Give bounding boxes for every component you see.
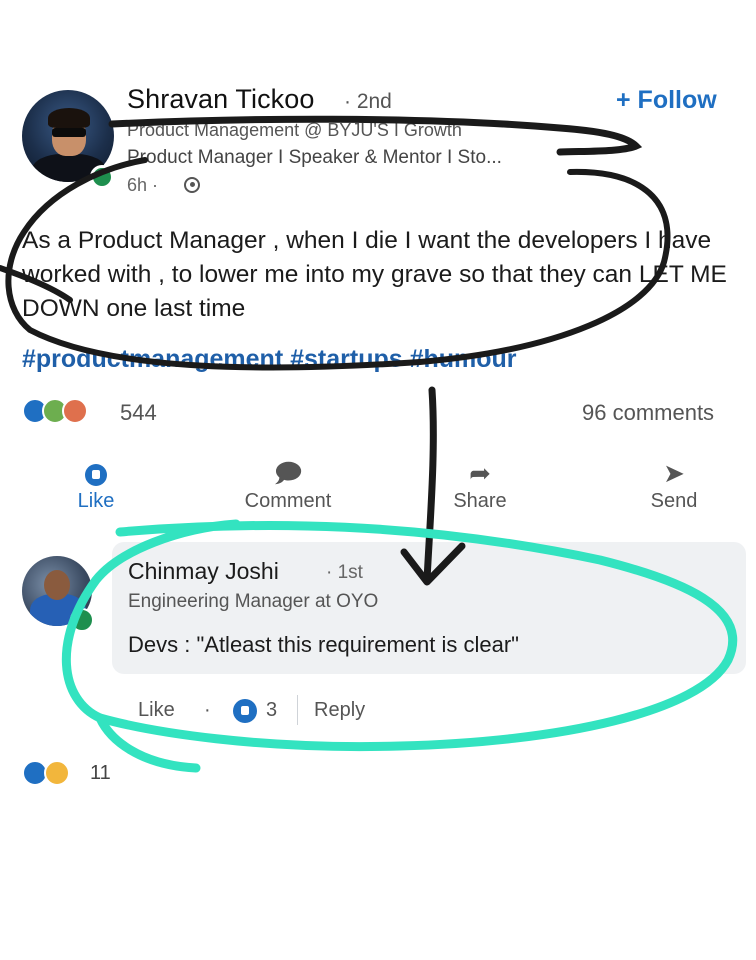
comment-action-button[interactable]: 🗩 Comment bbox=[228, 458, 348, 513]
comment-action-label: Comment bbox=[244, 490, 332, 512]
post-text: As a Product Manager , when I die I want… bbox=[22, 227, 727, 322]
comment-separator: · bbox=[204, 699, 211, 721]
send-action-button[interactable]: ➤ Send bbox=[614, 458, 734, 513]
reactions-count[interactable]: 544 bbox=[120, 400, 157, 426]
comment-like-button[interactable]: Like bbox=[138, 699, 175, 722]
commenter-status-badge bbox=[70, 608, 94, 632]
share-action-button[interactable]: ➦ Share bbox=[420, 458, 540, 513]
post-hashtags[interactable]: #productmanagement #startups #humour bbox=[22, 345, 517, 374]
follow-button[interactable]: + Follow bbox=[616, 86, 717, 115]
like-action-button[interactable]: Like bbox=[36, 458, 156, 513]
divider bbox=[297, 695, 298, 725]
speech-bubble-icon: 🗩 bbox=[273, 458, 303, 488]
commenter-name[interactable]: Chinmay Joshi bbox=[128, 558, 279, 585]
love-reaction-icon bbox=[62, 398, 88, 424]
comment-reply-button[interactable]: Reply bbox=[314, 699, 365, 722]
comments-count[interactable]: 96 comments bbox=[582, 400, 714, 426]
reaction-icons[interactable] bbox=[22, 398, 112, 426]
like-action-label: Like bbox=[77, 490, 115, 512]
reply-reactions-count[interactable]: 11 bbox=[90, 762, 111, 785]
teal-highlight-tail bbox=[95, 713, 201, 773]
reply-reaction-icons[interactable] bbox=[22, 760, 92, 788]
commenter-headline: Engineering Manager at OYO bbox=[128, 591, 379, 612]
globe-icon bbox=[184, 177, 200, 193]
connection-degree: · 2nd bbox=[344, 90, 392, 113]
post-time: 6h · bbox=[127, 175, 159, 195]
share-arrow-icon: ➦ bbox=[469, 458, 491, 488]
thumbs-up-icon bbox=[233, 699, 257, 723]
commenter-degree: · 1st bbox=[326, 562, 363, 583]
share-action-label: Share bbox=[453, 490, 507, 512]
thumbs-up-icon bbox=[85, 464, 107, 486]
laugh-reaction-icon bbox=[44, 760, 70, 786]
send-action-label: Send bbox=[650, 490, 698, 512]
comment-like-count[interactable]: 3 bbox=[266, 699, 277, 722]
online-status-dot bbox=[90, 165, 114, 189]
paper-plane-icon: ➤ bbox=[663, 458, 685, 488]
author-name[interactable]: Shravan Tickoo bbox=[127, 84, 315, 115]
comment-text: Devs : "Atleast this requirement is clea… bbox=[128, 632, 519, 657]
author-headline-line2: Product Manager I Speaker & Mentor I Sto… bbox=[127, 147, 502, 168]
author-headline-line1: Product Management @ BYJU'S I Growth bbox=[127, 120, 462, 140]
